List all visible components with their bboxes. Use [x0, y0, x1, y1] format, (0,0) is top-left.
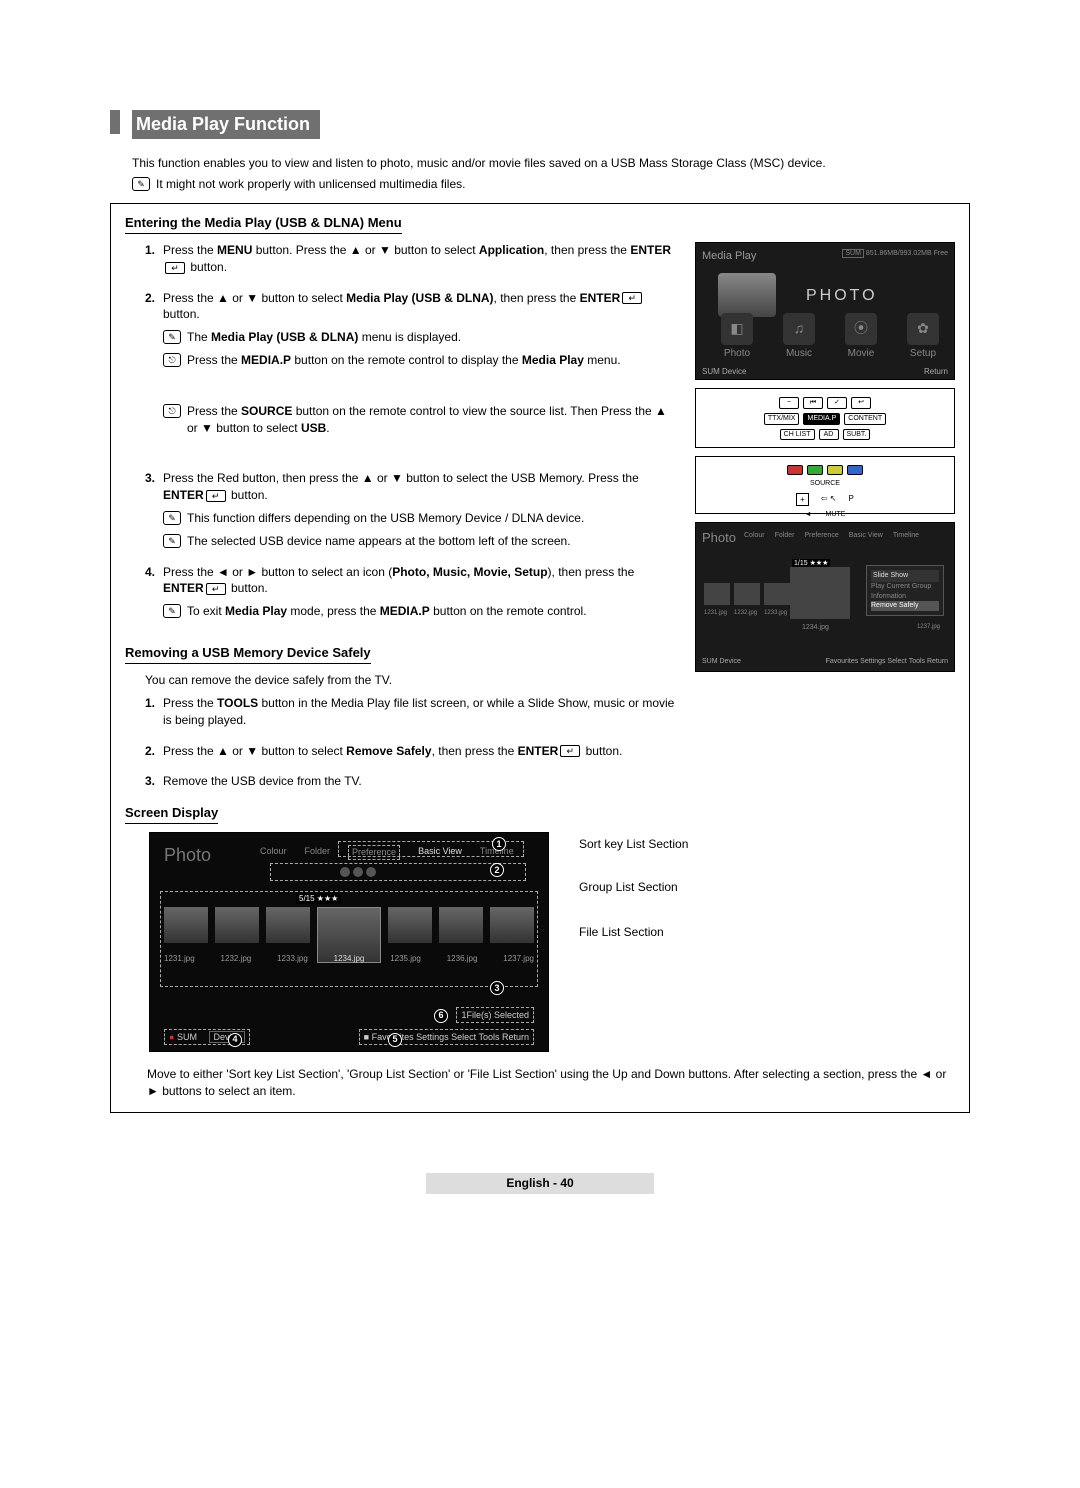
file-thumb[interactable]	[388, 907, 432, 943]
page-title: Media Play Function	[132, 110, 320, 139]
remote-mediap[interactable]: MEDIA.P	[803, 413, 840, 425]
remote-plus[interactable]: +	[796, 493, 809, 506]
note-icon: ✎	[132, 177, 150, 191]
note-icon: ✎	[163, 511, 181, 525]
dashed-group-section	[270, 863, 526, 881]
callout-6: 6	[434, 1009, 448, 1023]
green-button[interactable]	[807, 465, 823, 475]
remote-btn[interactable]: −	[779, 397, 799, 409]
rstep-1: 1.	[145, 695, 155, 712]
remote-subt[interactable]: SUBT.	[843, 429, 871, 441]
step-number-1: 1.	[145, 242, 155, 259]
screenshot-photo-list: Photo Colour Folder Preference Basic Vie…	[695, 522, 955, 672]
photo-thumbnail[interactable]	[764, 583, 790, 605]
enter-icon: ↵	[206, 583, 226, 595]
yellow-button[interactable]	[827, 465, 843, 475]
enter-icon: ↵	[165, 262, 185, 274]
screenshot-media-play-menu: Media Play SUM 851.86MB/993.02MB Free PH…	[695, 242, 955, 380]
section-entering-media-play: Entering the Media Play (USB & DLNA) Men…	[110, 203, 970, 1113]
photo-thumbnail-large[interactable]	[790, 567, 850, 619]
file-thumb[interactable]	[215, 907, 259, 943]
step-number-3: 3.	[145, 470, 155, 487]
remote-buttons-panel-2: SOURCE + ⇦ ↖ P ◄ MUTE	[695, 456, 955, 514]
step4-text: Press the ◄ or ► button to select an ico…	[163, 565, 634, 596]
mute-icon[interactable]: ◄	[805, 510, 812, 520]
enter-icon: ↵	[622, 292, 642, 304]
rstep-3: 3.	[145, 773, 155, 790]
section2-title: Removing a USB Memory Device Safely	[125, 644, 371, 664]
section3-title: Screen Display	[125, 804, 218, 824]
screen-display-instruction: Move to either 'Sort key List Section', …	[147, 1066, 955, 1100]
remote-ad[interactable]: AD	[819, 429, 839, 441]
step3-text: Press the Red button, then press the ▲ o…	[163, 471, 639, 502]
rstep-2: 2.	[145, 743, 155, 760]
enter-icon: ↵	[206, 490, 226, 502]
files-selected-badge: 1File(s) Selected	[456, 1007, 534, 1024]
step2-text: Press the ▲ or ▼ button to select Media …	[163, 291, 644, 322]
enter-icon: ↵	[560, 745, 580, 757]
remote-buttons-panel-1: − ⏮ ✓ ↩ TTX/MIX MEDIA.P CONTENT CH LIST …	[695, 388, 955, 448]
header-accent	[110, 110, 120, 134]
remote-ttxmix[interactable]: TTX/MIX	[764, 413, 800, 425]
step1-text: Press the MENU button. Press the ▲ or ▼ …	[163, 243, 671, 274]
setup-icon[interactable]: ✿	[907, 313, 939, 345]
step-number-2: 2.	[145, 290, 155, 307]
camera-icon	[718, 273, 776, 317]
section2-intro: You can remove the device safely from th…	[145, 672, 677, 689]
callout-1: 1	[492, 837, 506, 851]
shortcut-icon: ⎋	[163, 353, 181, 367]
callout-5: 5	[388, 1033, 402, 1047]
file-thumb[interactable]	[490, 907, 534, 943]
screen-display-screenshot: Photo Colour Folder Preference Basic Vie…	[149, 832, 549, 1052]
remote-btn[interactable]: ↩	[851, 397, 871, 409]
intro-text: This function enables you to view and li…	[132, 155, 970, 172]
remote-chlist[interactable]: CH LIST	[780, 429, 815, 441]
remote-content[interactable]: CONTENT	[844, 413, 886, 425]
note-icon: ✎	[163, 604, 181, 618]
context-menu: Slide Show Play Current Group Informatio…	[866, 565, 944, 616]
photo-thumbnail[interactable]	[704, 583, 730, 605]
section1-title: Entering the Media Play (USB & DLNA) Men…	[125, 214, 402, 234]
photo-icon[interactable]: ◧	[721, 313, 753, 345]
shortcut-icon: ⎋	[163, 404, 181, 418]
callout-2: 2	[490, 863, 504, 877]
file-thumb[interactable]	[164, 907, 208, 943]
blue-button[interactable]	[847, 465, 863, 475]
remote-btn[interactable]: ✓	[827, 397, 847, 409]
music-icon[interactable]: ♫	[783, 313, 815, 345]
step-number-4: 4.	[145, 564, 155, 581]
file-thumb[interactable]	[439, 907, 483, 943]
intro-note: It might not work properly with unlicens…	[156, 176, 465, 193]
source-icon-arrow: ⇦ ↖	[821, 493, 837, 506]
movie-icon[interactable]: ⦿	[845, 313, 877, 345]
remote-btn[interactable]: ⏮	[803, 397, 823, 409]
callout-4: 4	[228, 1033, 242, 1047]
note-icon: ✎	[163, 534, 181, 548]
red-button[interactable]	[787, 465, 803, 475]
note-icon: ✎	[163, 330, 181, 344]
file-thumb[interactable]	[266, 907, 310, 943]
page-footer: English - 40	[426, 1173, 653, 1194]
screen-display-labels: Sort key List Section Group List Section…	[579, 832, 688, 1052]
callout-3: 3	[490, 981, 504, 995]
photo-thumbnail[interactable]	[734, 583, 760, 605]
